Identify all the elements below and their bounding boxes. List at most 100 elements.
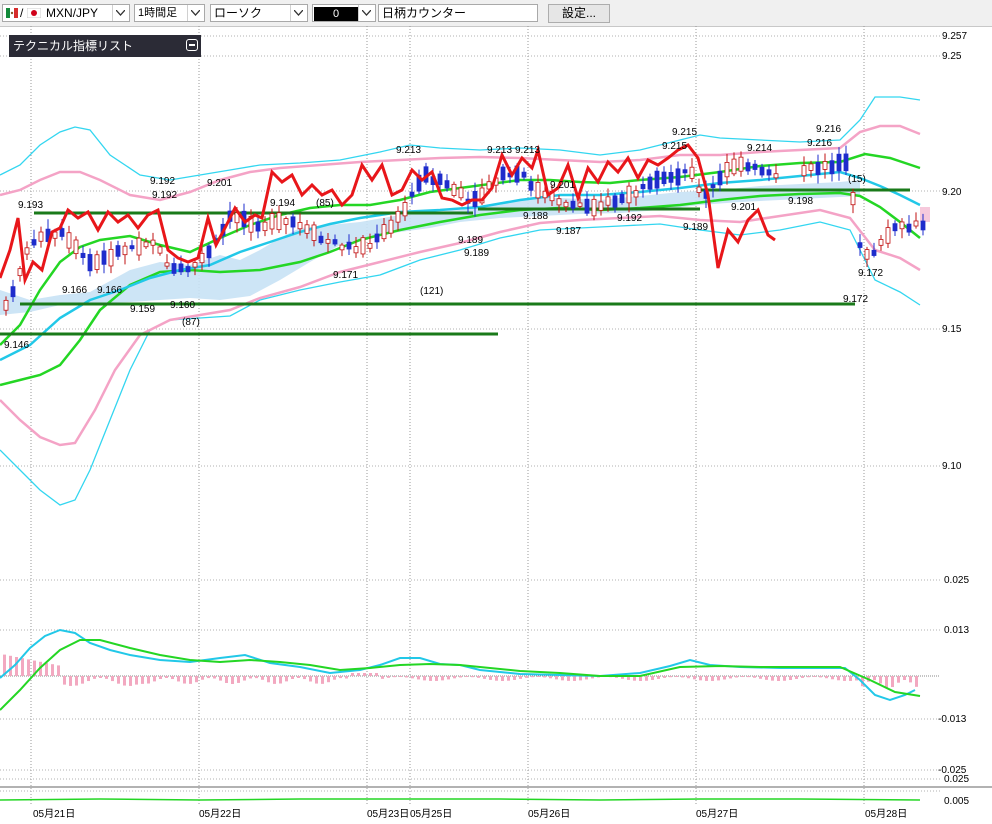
- date-axis: 05月21日 05月22日 05月23日 05月25日 05月26日 05月27…: [33, 808, 907, 820]
- candle-body: [500, 166, 506, 181]
- timeframe-select[interactable]: 1時間足: [134, 4, 205, 22]
- candle-body: [136, 237, 142, 256]
- bollinger-outer-lower: [0, 221, 921, 506]
- histogram-bar: [525, 676, 528, 678]
- price-annotation: 9.160: [170, 300, 195, 311]
- histogram-bar: [789, 676, 792, 681]
- histogram-bar: [447, 676, 450, 680]
- price-chart[interactable]: 9.193 9.192 9.192 9.201 9.166 9.166 9.159 9.160…: [0, 26, 992, 824]
- histogram-bar: [99, 676, 102, 679]
- histogram-bar: [189, 676, 192, 684]
- histogram-bar: [93, 676, 96, 679]
- histogram-bar: [429, 676, 432, 681]
- price-annotation: 9.172: [843, 294, 868, 305]
- chevron-down-icon[interactable]: [290, 5, 307, 21]
- histogram-bar: [405, 676, 408, 678]
- technical-indicator-list-panel[interactable]: テクニカル指標リスト: [9, 35, 201, 57]
- histogram-bar: [273, 676, 276, 684]
- histogram-bar: [741, 676, 744, 678]
- histogram-bar: [771, 676, 774, 681]
- candle-body: [682, 169, 688, 174]
- bollinger-outer-upper: [0, 96, 921, 181]
- symbol-counter-field[interactable]: 日柄カウンター: [378, 4, 538, 22]
- settings-button[interactable]: 設定...: [548, 4, 610, 23]
- histogram-bar: [501, 676, 504, 681]
- price-annotation: 9.201: [550, 180, 575, 191]
- histogram-bar: [735, 676, 738, 678]
- histogram-bar: [885, 676, 888, 688]
- candle-body: [871, 249, 877, 256]
- chart-type-select[interactable]: ローソク: [210, 4, 308, 22]
- histogram-bar: [63, 676, 66, 685]
- price-annotation: 9.172: [858, 268, 883, 279]
- histogram-bar: [747, 676, 750, 678]
- histogram-bar: [201, 676, 204, 680]
- price-annotation: 9.198: [788, 196, 813, 207]
- candle-body: [255, 221, 261, 232]
- candle-body: [276, 212, 282, 231]
- histogram-bar: [207, 676, 210, 679]
- candle-body: [311, 224, 317, 241]
- histogram-bar: [375, 673, 378, 676]
- histogram-bar: [807, 676, 810, 678]
- cloud-area-right: [920, 207, 930, 222]
- histogram-bar: [303, 676, 306, 680]
- candle-body: [521, 171, 527, 178]
- candle-body: [647, 176, 653, 190]
- candle-body: [661, 171, 667, 185]
- candle-body: [626, 185, 632, 204]
- chevron-down-icon[interactable]: [112, 5, 129, 21]
- candle-body: [808, 163, 814, 171]
- histogram-bar: [111, 676, 114, 682]
- candle-body: [318, 235, 324, 244]
- chevron-down-icon[interactable]: [187, 5, 204, 21]
- candle-body: [857, 242, 863, 248]
- candle-body: [395, 210, 401, 223]
- candle-body: [801, 165, 807, 177]
- candle-body: [759, 166, 765, 176]
- candle-body: [374, 233, 380, 243]
- histogram-bar: [393, 676, 396, 678]
- histogram-bar: [417, 676, 420, 680]
- histogram-bar: [9, 655, 12, 676]
- histogram-bar: [441, 676, 444, 681]
- candle-body: [710, 184, 716, 188]
- candle-body: [66, 232, 72, 249]
- candle-body: [402, 202, 408, 217]
- candle-body: [829, 160, 835, 175]
- candle-body: [577, 202, 583, 207]
- candle-body: [297, 222, 303, 230]
- candle-body: [815, 161, 821, 175]
- histogram-bar: [279, 676, 282, 684]
- price-annotation: 9.171: [333, 270, 358, 281]
- histogram-bar: [489, 676, 492, 680]
- histogram-bar: [183, 676, 186, 684]
- histogram-bar: [813, 676, 816, 678]
- histogram-bar: [195, 676, 198, 683]
- bottom-axis: 0.025 0.005: [944, 774, 969, 807]
- candle-body: [10, 286, 16, 298]
- symbol-select[interactable]: / MXN/JPY: [2, 4, 130, 22]
- price-annotation: (85): [316, 198, 334, 209]
- histogram-bar: [711, 676, 714, 681]
- color-value: 0: [314, 7, 358, 21]
- histogram-bar: [675, 676, 678, 678]
- candle-body: [122, 245, 128, 256]
- histogram-bar: [825, 676, 828, 679]
- histogram-bar: [297, 676, 300, 679]
- candle-body: [17, 268, 23, 277]
- candle-body: [745, 162, 751, 172]
- histogram-bar: [879, 676, 882, 684]
- price-annotation: 9.166: [62, 285, 87, 296]
- axis-label: -0.013: [938, 714, 967, 725]
- color-select[interactable]: 0: [312, 4, 376, 22]
- histogram-bar: [915, 676, 918, 687]
- minimize-icon[interactable]: [186, 39, 198, 51]
- histogram-bar: [909, 676, 912, 683]
- candle-body: [108, 248, 114, 267]
- candle-body: [535, 182, 541, 199]
- candle-body: [654, 170, 660, 189]
- histogram-bar: [681, 676, 684, 678]
- price-annotation: 9.146: [4, 340, 29, 351]
- chevron-down-icon[interactable]: [358, 5, 375, 21]
